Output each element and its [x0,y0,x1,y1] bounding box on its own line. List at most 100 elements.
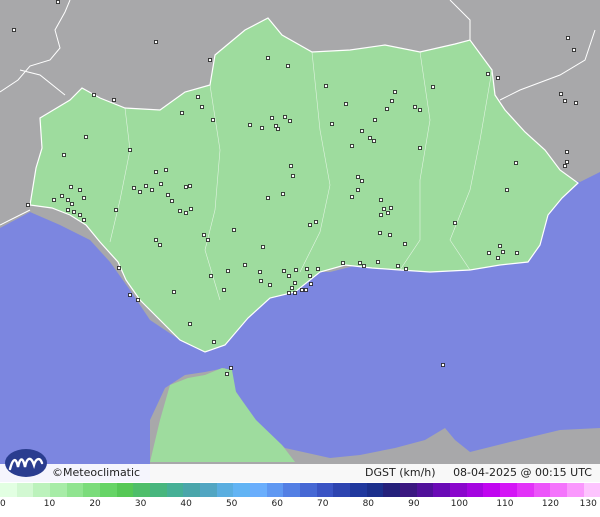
station-marker[interactable] [136,298,140,302]
station-marker[interactable] [389,206,393,210]
station-marker[interactable] [572,48,576,52]
station-marker[interactable] [172,290,176,294]
station-marker[interactable] [453,221,457,225]
station-marker[interactable] [154,238,158,242]
station-marker[interactable] [514,161,518,165]
station-marker[interactable] [268,283,272,287]
station-marker[interactable] [379,198,383,202]
station-marker[interactable] [206,238,210,242]
station-marker[interactable] [385,107,389,111]
station-marker[interactable] [487,251,491,255]
station-marker[interactable] [390,99,394,103]
station-marker[interactable] [72,210,76,214]
station-marker[interactable] [563,164,567,168]
station-marker[interactable] [270,116,274,120]
station-marker[interactable] [566,36,570,40]
station-marker[interactable] [266,196,270,200]
station-marker[interactable] [184,185,188,189]
station-marker[interactable] [150,188,154,192]
station-marker[interactable] [388,233,392,237]
station-marker[interactable] [66,198,70,202]
station-marker[interactable] [344,102,348,106]
station-marker[interactable] [159,182,163,186]
station-marker[interactable] [196,95,200,99]
station-marker[interactable] [396,264,400,268]
station-marker[interactable] [178,209,182,213]
station-marker[interactable] [418,146,422,150]
station-marker[interactable] [341,261,345,265]
station-marker[interactable] [164,168,168,172]
station-marker[interactable] [294,268,298,272]
station-marker[interactable] [308,274,312,278]
station-marker[interactable] [56,0,60,4]
station-marker[interactable] [293,281,297,285]
station-marker[interactable] [330,122,334,126]
station-marker[interactable] [52,198,56,202]
station-marker[interactable] [350,195,354,199]
station-marker[interactable] [350,144,354,148]
station-marker[interactable] [379,213,383,217]
station-marker[interactable] [382,207,386,211]
station-marker[interactable] [274,124,278,128]
station-marker[interactable] [166,193,170,197]
station-marker[interactable] [372,139,376,143]
station-marker[interactable] [565,150,569,154]
station-marker[interactable] [70,202,74,206]
station-marker[interactable] [304,288,308,292]
station-marker[interactable] [202,233,206,237]
station-marker[interactable] [170,199,174,203]
station-marker[interactable] [69,185,73,189]
station-marker[interactable] [378,231,382,235]
station-marker[interactable] [138,190,142,194]
station-marker[interactable] [360,129,364,133]
station-marker[interactable] [82,218,86,222]
station-marker[interactable] [515,251,519,255]
station-marker[interactable] [501,250,505,254]
station-marker[interactable] [300,288,304,292]
station-marker[interactable] [276,127,280,131]
station-marker[interactable] [261,245,265,249]
station-marker[interactable] [260,126,264,130]
station-marker[interactable] [232,228,236,232]
station-marker[interactable] [559,92,563,96]
station-marker[interactable] [505,188,509,192]
station-marker[interactable] [287,274,291,278]
station-marker[interactable] [496,256,500,260]
station-marker[interactable] [362,264,366,268]
station-marker[interactable] [309,282,313,286]
station-marker[interactable] [373,118,377,122]
station-marker[interactable] [258,270,262,274]
station-marker[interactable] [154,40,158,44]
station-marker[interactable] [229,366,233,370]
station-marker[interactable] [356,188,360,192]
station-marker[interactable] [368,136,372,140]
station-marker[interactable] [305,267,309,271]
station-marker[interactable] [282,269,286,273]
station-marker[interactable] [66,208,70,212]
station-marker[interactable] [290,286,294,290]
station-marker[interactable] [293,291,297,295]
station-marker[interactable] [112,98,116,102]
station-marker[interactable] [188,184,192,188]
station-marker[interactable] [281,192,285,196]
station-marker[interactable] [418,108,422,112]
station-marker[interactable] [486,72,490,76]
station-marker[interactable] [496,76,500,80]
station-marker[interactable] [225,372,229,376]
station-marker[interactable] [248,123,252,127]
station-marker[interactable] [356,175,360,179]
station-marker[interactable] [154,170,158,174]
station-marker[interactable] [324,84,328,88]
station-marker[interactable] [158,243,162,247]
station-marker[interactable] [288,119,292,123]
station-marker[interactable] [144,184,148,188]
station-marker[interactable] [128,148,132,152]
station-marker[interactable] [404,267,408,271]
station-marker[interactable] [114,208,118,212]
station-marker[interactable] [12,28,16,32]
station-marker[interactable] [92,93,96,97]
station-marker[interactable] [314,220,318,224]
station-marker[interactable] [184,211,188,215]
station-marker[interactable] [358,261,362,265]
station-marker[interactable] [226,269,230,273]
